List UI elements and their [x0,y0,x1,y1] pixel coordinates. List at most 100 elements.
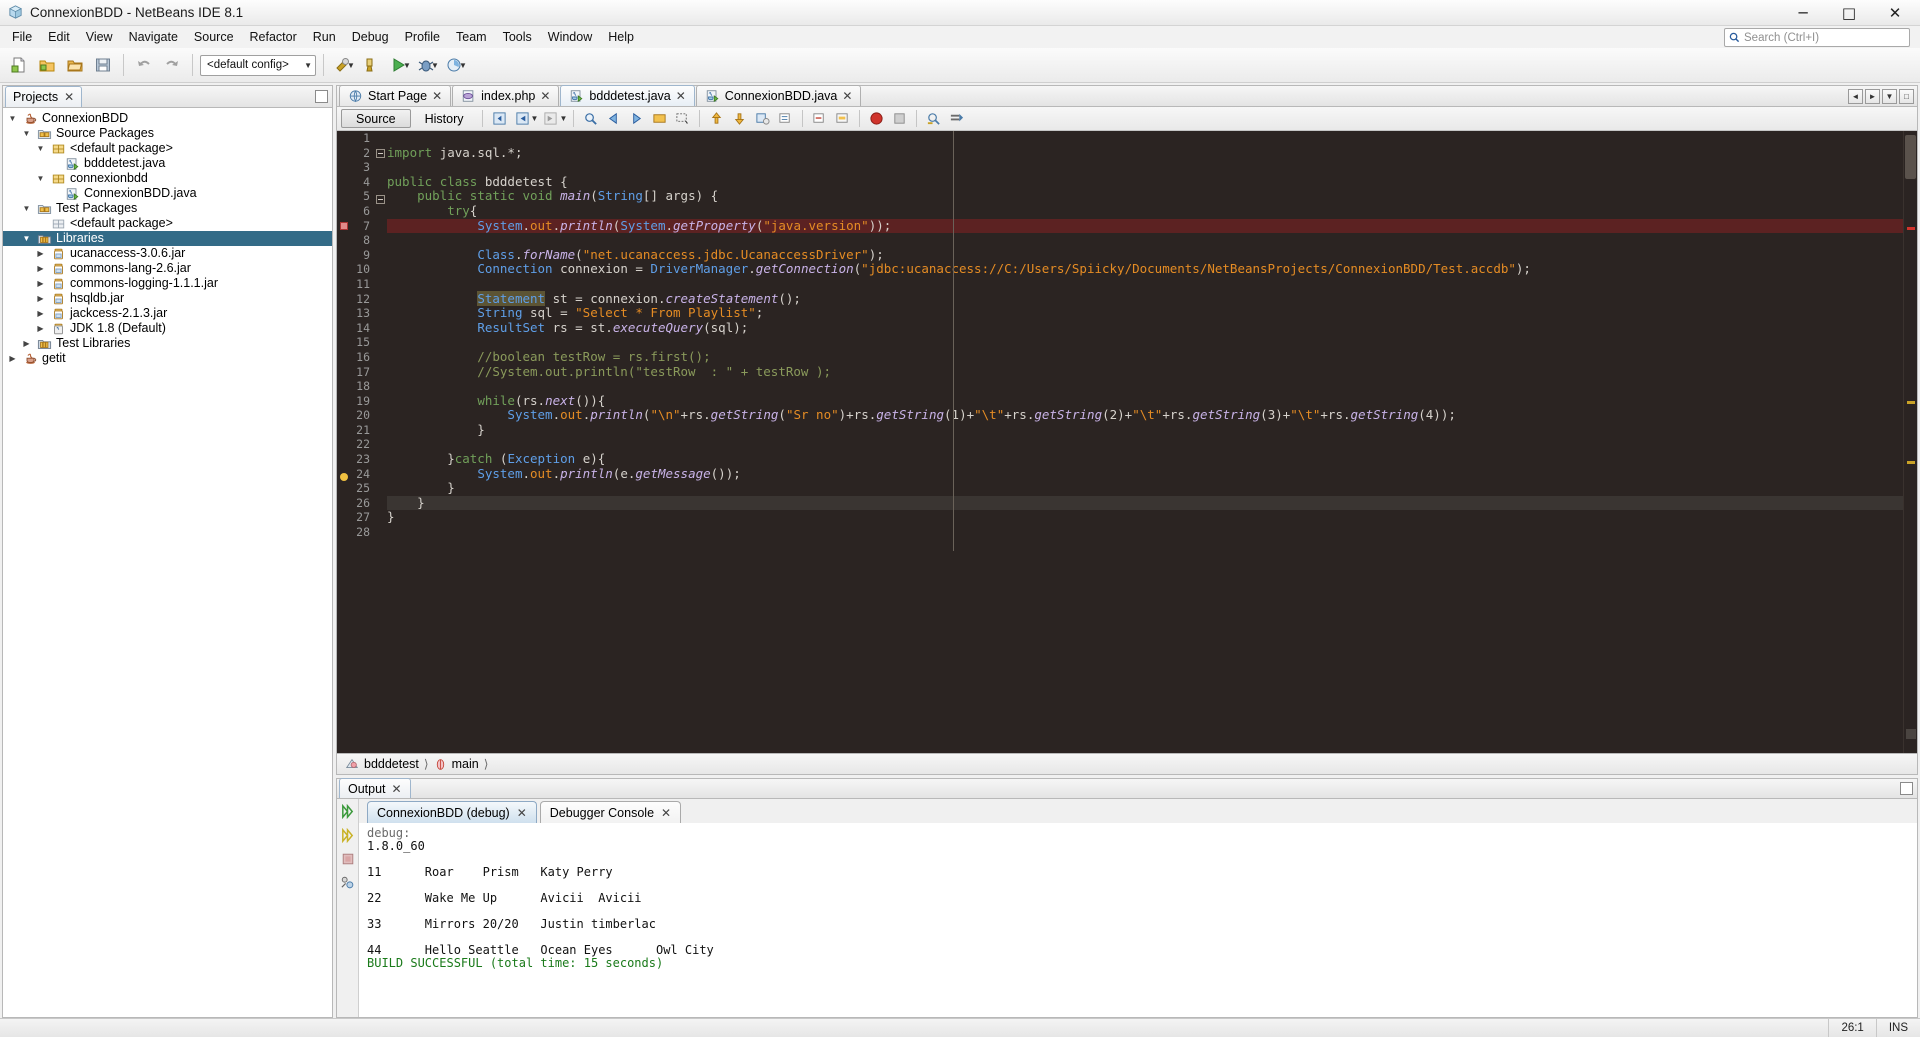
tree-item-commons-logging-1-1-1-jar[interactable]: ▶ commons-logging-1.1.1.jar [3,276,332,291]
fold-collapse-icon[interactable] [373,195,387,210]
tree-item-test-libraries[interactable]: ▶ Test Libraries [3,336,332,351]
maximize-button[interactable]: □ [1826,0,1872,26]
chevron-down-icon[interactable]: ▼ [559,114,567,123]
tab-output[interactable]: Output ✕ [339,778,411,798]
rerun-debug-icon[interactable] [340,828,355,843]
tree-item-bdddetest-java[interactable]: bdddetest.java [3,156,332,171]
menu-debug[interactable]: Debug [344,28,397,46]
code-line[interactable]: } [387,422,1903,438]
find-selection-icon[interactable] [580,109,601,129]
menu-source[interactable]: Source [186,28,242,46]
tree-item-hsqldb-jar[interactable]: ▶ hsqldb.jar [3,291,332,306]
close-icon[interactable]: ✕ [842,89,852,103]
tree-item-source-packages[interactable]: ▼ Source Packages [3,126,332,141]
menu-view[interactable]: View [78,28,121,46]
run-to-cursor-icon[interactable] [946,109,967,129]
code-line[interactable]: Statement st = connexion.createStatement… [387,290,1903,307]
project-tree[interactable]: ▼ ConnexionBDD ▼ Source Packages ▼ <default p… [3,108,332,1017]
run-project-icon[interactable]: ▼ [387,52,413,78]
maximize-editor-icon[interactable]: □ [1899,89,1914,104]
menu-profile[interactable]: Profile [397,28,448,46]
tree-item-default-package[interactable]: ▼ <default package> [3,141,332,156]
inspect-icon[interactable] [923,109,944,129]
build-project-icon[interactable]: ▼ [331,52,357,78]
code-line[interactable]: public static void main(String[] args) { [387,189,1903,204]
tree-item-jackcess-2-1-3-jar[interactable]: ▶ jackcess-2.1.3.jar [3,306,332,321]
tree-item-connexionbdd[interactable]: ▼ connexionbdd [3,171,332,186]
collapse-arrow-icon[interactable]: ▶ [21,339,32,348]
tree-item-getit[interactable]: ▶ getit [3,351,332,366]
editor-tab-connexionbdd-java[interactable]: ConnexionBDD.java ✕ [695,85,862,106]
code-line[interactable]: } [387,495,1903,511]
collapse-arrow-icon[interactable]: ▶ [35,294,46,303]
clean-build-icon[interactable] [359,52,385,78]
code-line[interactable]: }catch (Exception e){ [387,451,1903,467]
code-line[interactable]: //boolean testRow = rs.first(); [387,349,1903,365]
start-macro-icon[interactable] [752,109,773,129]
tree-item-jdk-1-8-default[interactable]: ▶ JDK 1.8 (Default) [3,321,332,336]
collapse-arrow-icon[interactable]: ▶ [35,249,46,258]
code-line[interactable]: System.out.println(System.getProperty("j… [387,218,1903,234]
code-line[interactable] [387,437,1903,452]
code-line[interactable]: //System.out.println("testRow : " + test… [387,364,1903,380]
code-line[interactable] [387,233,1903,248]
previous-bookmark-icon[interactable] [603,109,624,129]
tree-item-ucanaccess-3-0-6-jar[interactable]: ▶ ucanaccess-3.0.6.jar [3,246,332,261]
menu-help[interactable]: Help [600,28,642,46]
maximize-icon[interactable] [1900,782,1913,795]
tree-item-default-package[interactable]: <default package> [3,216,332,231]
back-icon[interactable] [512,109,533,129]
save-all-icon[interactable] [90,52,116,78]
editor-tab-bdddetest-java[interactable]: bdddetest.java ✕ [560,85,695,106]
expand-arrow-icon[interactable]: ▼ [7,114,18,123]
code-line[interactable]: String sql = "Select * From Playlist"; [387,305,1903,321]
comment-icon[interactable] [775,109,796,129]
open-project-icon[interactable] [62,52,88,78]
collapse-arrow-icon[interactable]: ▶ [35,309,46,318]
profile-project-icon[interactable]: ▼ [443,52,469,78]
close-icon[interactable]: ✕ [517,806,527,820]
code-line[interactable]: Connection connexion = DriverManager.get… [387,262,1903,277]
editor-error-stripe[interactable] [1903,131,1917,753]
expand-arrow-icon[interactable]: ▼ [21,234,32,243]
expand-arrow-icon[interactable]: ▼ [21,204,32,213]
error-marker[interactable] [1907,227,1915,230]
menu-refactor[interactable]: Refactor [242,28,305,46]
breadcrumb-class-label[interactable]: bdddetest [364,757,419,771]
close-icon[interactable]: ✕ [392,782,402,796]
rerun-icon[interactable] [340,804,355,819]
shift-right-icon[interactable] [729,109,750,129]
menu-window[interactable]: Window [540,28,600,46]
config-selector[interactable]: <default config> ▼ [200,54,316,76]
scroll-tabs-right-icon[interactable]: ► [1865,89,1880,104]
last-edit-icon[interactable] [489,109,510,129]
editor-glyph-gutter[interactable] [337,131,351,753]
stop-icon[interactable] [341,852,355,866]
expand-arrow-icon[interactable]: ▼ [35,174,46,183]
menu-navigate[interactable]: Navigate [121,28,186,46]
code-line[interactable] [387,277,1903,292]
forward-icon[interactable] [540,109,561,129]
next-bookmark-icon[interactable] [626,109,647,129]
scroll-down-arrow-icon[interactable] [1906,729,1916,739]
fold-collapse-icon[interactable] [373,148,387,164]
breakpoint-icon[interactable] [337,221,351,237]
output-subtab-connexionbdd-debug[interactable]: ConnexionBDD (debug) ✕ [367,801,537,823]
collapse-arrow-icon[interactable]: ▶ [35,279,46,288]
expand-arrow-icon[interactable]: ▼ [21,129,32,138]
menu-edit[interactable]: Edit [40,28,78,46]
code-line[interactable] [387,335,1903,350]
code-line[interactable]: System.out.println("\n"+rs.getString("Sr… [387,407,1903,423]
rectangular-selection-icon[interactable] [672,109,693,129]
scrollbar-thumb[interactable] [1905,135,1916,179]
code-editor[interactable]: 1 2 3 4 5 6 7 8 9 10 11 12 13 14 15 16 17 18 19 20 21 22 23 24 2… [336,131,1918,754]
editor-code-text[interactable]: import java.sql.*; public class bdddetes… [387,131,1903,753]
warning-marker[interactable] [1907,401,1915,404]
minimize-button[interactable]: ─ [1780,0,1826,26]
code-line[interactable]: while(rs.next()){ [387,393,1903,409]
debug-project-icon[interactable]: ▼ [415,52,441,78]
code-line[interactable]: } [387,480,1903,496]
close-icon[interactable]: ✕ [661,806,671,820]
close-icon[interactable]: ✕ [64,90,74,104]
hint-bulb-icon[interactable] [337,472,351,488]
